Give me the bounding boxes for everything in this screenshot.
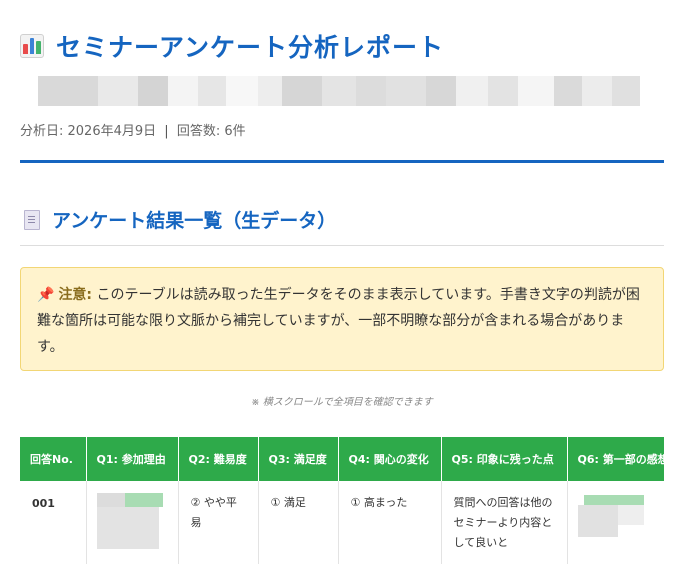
redacted-handwriting — [577, 493, 644, 549]
section-heading: アンケート結果一覧（生データ） — [24, 206, 336, 233]
cell-q4: ① 高まった — [338, 481, 442, 564]
section-divider — [20, 245, 664, 246]
results-table: 回答No. Q1: 参加理由 Q2: 難易度 Q3: 満足度 Q4: 関心の変化… — [20, 437, 664, 564]
pushpin-icon: 📌 — [37, 287, 55, 303]
cell-q5: 質問への回答は他のセミナーより内容として良いと — [441, 481, 568, 564]
section-heading-text: アンケート結果一覧（生データ） — [52, 210, 337, 232]
column-header: Q6: 第一部の感想 — [567, 437, 664, 481]
report-title-text: セミナーアンケート分析レポート — [56, 33, 445, 62]
table-header-row: 回答No. Q1: 参加理由 Q2: 難易度 Q3: 満足度 Q4: 関心の変化… — [20, 437, 664, 481]
notice-label: 注意: — [58, 287, 93, 303]
column-header: Q4: 関心の変化 — [338, 437, 442, 481]
title-divider — [20, 160, 664, 163]
cell-q2: ② やや平易 — [178, 481, 259, 564]
notice-text: このテーブルは読み取った生データをそのまま表示しています。手書き文字の判読が困難… — [37, 287, 640, 355]
cell-q6-redacted — [567, 481, 664, 564]
report-meta: 分析日: 2026年4月9日 | 回答数: 6件 — [20, 120, 246, 139]
redacted-handwriting — [96, 493, 163, 549]
column-header: 回答No. — [20, 437, 87, 481]
column-header: Q1: 参加理由 — [86, 437, 179, 481]
document-icon — [24, 209, 40, 230]
cell-q3: ① 満足 — [258, 481, 339, 564]
report-title: セミナーアンケート分析レポート — [20, 28, 444, 64]
column-header: Q2: 難易度 — [178, 437, 259, 481]
analysis-date: 分析日: 2026年4月9日 — [20, 124, 157, 139]
meta-separator: | — [164, 124, 169, 139]
cell-q1-redacted — [86, 481, 179, 564]
cell-response-no: 001 — [20, 481, 87, 564]
column-header: Q3: 満足度 — [258, 437, 339, 481]
table-row: 001 ② やや平易 ① 満足 ① 高まった 質問への回答は他のセミナーより内容… — [20, 481, 664, 564]
report-page: セミナーアンケート分析レポート 分析日: 2026年4月9日 | 回答数: 6件… — [0, 0, 680, 564]
scroll-hint: ※ 横スクロールで全項目を確認できます — [251, 397, 433, 408]
response-count: 回答数: 6件 — [176, 124, 246, 139]
notice-box: 📌 注意: このテーブルは読み取った生データをそのまま表示しています。手書き文字の… — [20, 267, 664, 371]
column-header: Q5: 印象に残った点 — [441, 437, 568, 481]
redacted-subtitle — [38, 76, 650, 106]
bar-chart-icon — [20, 34, 44, 58]
results-table-scroll[interactable]: 回答No. Q1: 参加理由 Q2: 難易度 Q3: 満足度 Q4: 関心の変化… — [20, 437, 664, 564]
